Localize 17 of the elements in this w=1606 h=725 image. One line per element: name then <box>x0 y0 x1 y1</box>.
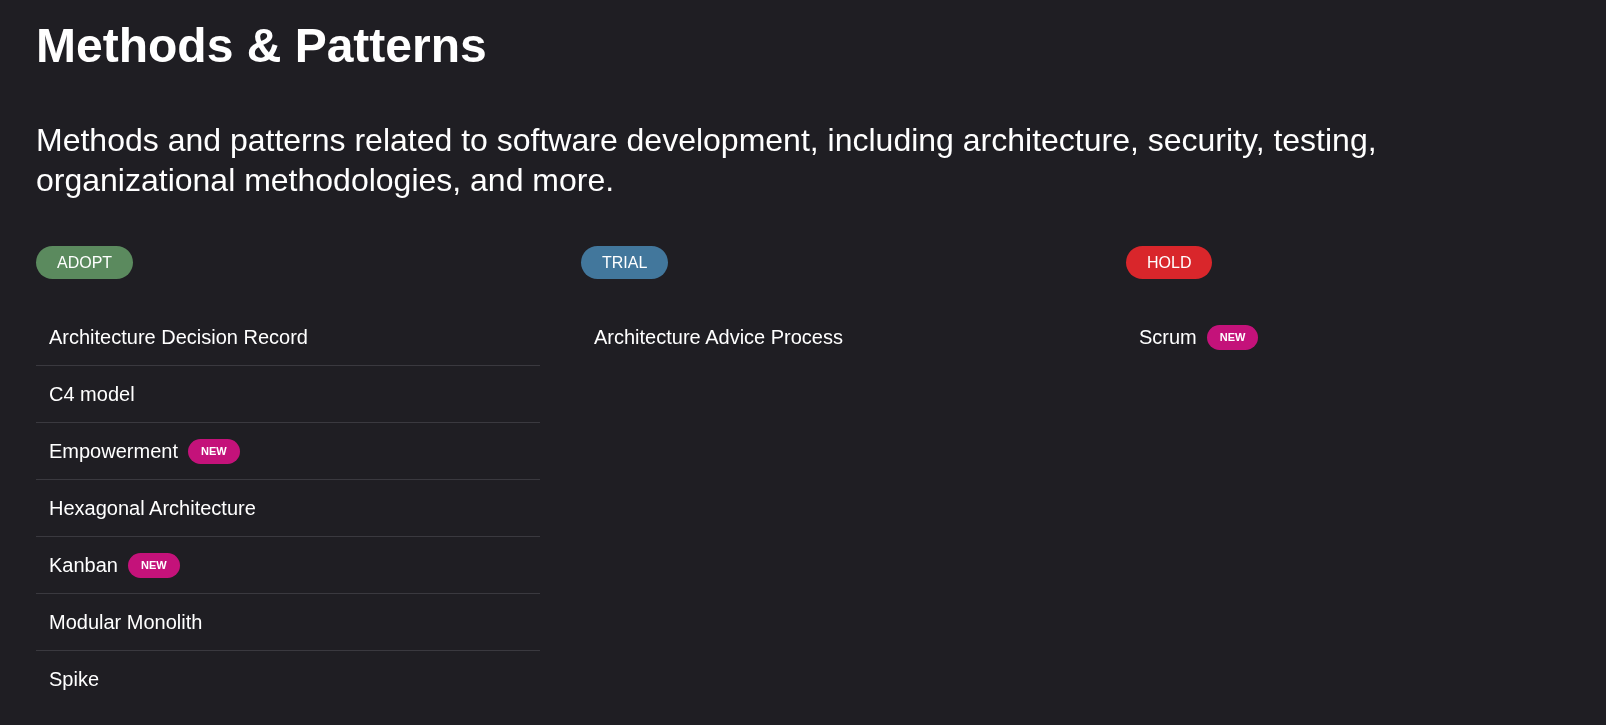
item-link[interactable]: Modular Monolith <box>49 610 203 634</box>
item-link[interactable]: Scrum <box>1139 325 1197 349</box>
new-badge: NEW <box>127 552 180 578</box>
item-link[interactable]: Spike <box>49 667 100 691</box>
page-description: Methods and patterns related to software development, including architecture, security, testing, organizational methodologies, and more. <box>36 121 1378 200</box>
item-link[interactable]: Empowerment <box>49 439 178 463</box>
ring-badge: HOLD <box>1126 246 1213 279</box>
item-link[interactable]: Architecture Advice Process <box>594 325 843 349</box>
ring-badge: ADOPT <box>36 246 134 279</box>
page-title: Methods & Patterns <box>36 18 487 74</box>
item-link[interactable]: Hexagonal Architecture <box>49 496 256 520</box>
ring-badge: TRIAL <box>581 246 669 279</box>
item-link[interactable]: Architecture Decision Record <box>49 325 308 349</box>
new-badge: NEW <box>187 438 240 464</box>
new-badge: NEW <box>1206 324 1259 350</box>
item-link[interactable]: C4 model <box>49 382 135 406</box>
item-link[interactable]: Kanban <box>49 553 118 577</box>
